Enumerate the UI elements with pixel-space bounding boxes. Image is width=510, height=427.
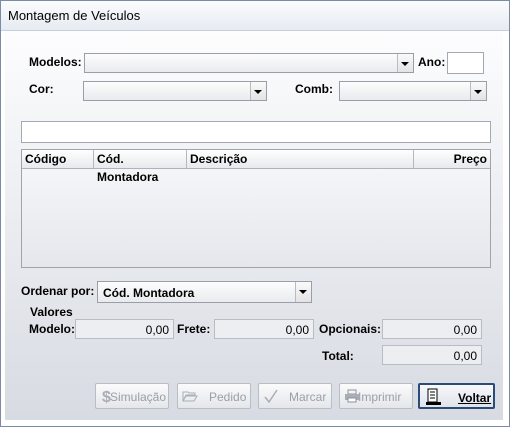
frete-value-field: 0,00 bbox=[214, 319, 314, 339]
voltar-button[interactable]: Voltar bbox=[418, 383, 495, 409]
imprimir-button[interactable]: Imprimir bbox=[339, 383, 413, 409]
ano-input[interactable] bbox=[447, 52, 484, 74]
total-value-field: 0,00 bbox=[382, 345, 482, 365]
folder-open-icon bbox=[182, 388, 198, 404]
search-input[interactable] bbox=[21, 121, 491, 143]
checkmark-icon bbox=[263, 388, 279, 404]
column-header-cod-montadora[interactable]: Cód. Montadora bbox=[94, 150, 187, 184]
comb-combo[interactable] bbox=[339, 81, 487, 101]
opcionais-value-field: 0,00 bbox=[382, 319, 482, 339]
simulacao-label: Simulação bbox=[110, 390, 167, 404]
pedido-button[interactable]: Pedido bbox=[177, 383, 251, 409]
comb-label: Comb: bbox=[295, 82, 333, 96]
cor-combo[interactable] bbox=[83, 81, 267, 101]
valores-group-label: Valores bbox=[30, 305, 73, 319]
marcar-label: Marcar bbox=[289, 390, 327, 404]
marcar-button[interactable]: Marcar bbox=[258, 383, 332, 409]
window-title: Montagem de Veículos bbox=[8, 8, 141, 23]
voltar-label: Voltar bbox=[458, 391, 492, 405]
modelo-label: Modelo: bbox=[29, 322, 75, 336]
chevron-down-icon[interactable] bbox=[250, 82, 266, 100]
modelos-combo[interactable] bbox=[84, 53, 414, 73]
window: Montagem de Veículos Modelos: Ano: Cor: … bbox=[0, 0, 510, 427]
exit-door-icon bbox=[425, 388, 441, 405]
modelo-value-field: 0,00 bbox=[75, 319, 174, 339]
column-header-preco[interactable]: Preço bbox=[414, 150, 490, 168]
ano-label: Ano: bbox=[418, 55, 446, 69]
simulacao-button[interactable]: $ Simulação bbox=[95, 383, 169, 409]
chevron-down-icon[interactable] bbox=[397, 54, 413, 72]
imprimir-label: Imprimir bbox=[358, 390, 402, 404]
column-header-descricao[interactable]: Descrição bbox=[187, 150, 414, 168]
sort-label: Ordenar por: bbox=[21, 284, 95, 298]
total-label: Total: bbox=[322, 349, 354, 363]
pedido-label: Pedido bbox=[209, 390, 247, 404]
column-header-codigo[interactable]: Código bbox=[22, 150, 94, 168]
modelos-label: Modelos: bbox=[29, 55, 82, 69]
sort-combo[interactable]: Cód. Montadora bbox=[97, 281, 312, 303]
sort-value: Cód. Montadora bbox=[103, 286, 195, 300]
chevron-down-icon[interactable] bbox=[470, 82, 486, 100]
opcionais-label: Opcionais: bbox=[319, 322, 382, 336]
chevron-down-icon[interactable] bbox=[295, 282, 311, 302]
cor-label: Cor: bbox=[29, 82, 54, 96]
title-bar[interactable]: Montagem de Veículos bbox=[1, 1, 509, 31]
vehicles-table[interactable]: Código Cód. Montadora Descrição Preço bbox=[21, 149, 491, 268]
frete-label: Frete: bbox=[177, 322, 211, 336]
table-header: Código Cód. Montadora Descrição Preço bbox=[22, 150, 490, 184]
